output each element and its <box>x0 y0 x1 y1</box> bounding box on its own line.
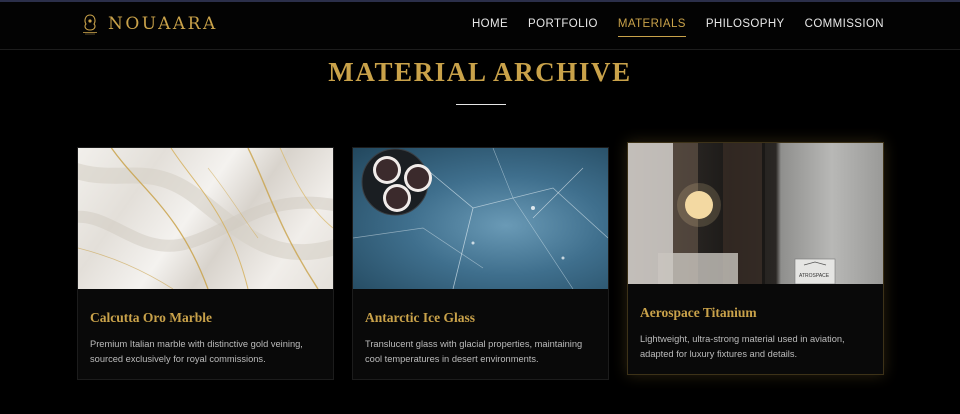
nav-item-materials[interactable]: MATERIALS <box>617 18 686 37</box>
card-title: Aerospace Titanium <box>640 305 757 320</box>
section-title: MATERIAL ARCHIVE <box>328 57 632 87</box>
card-description: Premium Italian marble with distinctive … <box>90 339 303 364</box>
main-nav: HOME PORTFOLIO MATERIALS PHILOSOPHY COMM… <box>452 18 884 37</box>
card-title: Antarctic Ice Glass <box>365 310 475 325</box>
title-divider <box>456 104 506 105</box>
site-header: NOUAARA HOME PORTFOLIO MATERIALS PHILOSO… <box>0 2 960 50</box>
brand-emblem-icon <box>80 13 100 35</box>
card-description: Lightweight, ultra-strong material used … <box>640 334 845 359</box>
material-card-titanium[interactable]: ATROSPACE Aerospace Titanium Lightweight… <box>627 142 884 375</box>
material-card-marble[interactable]: Calcutta Oro Marble Premium Italian marb… <box>77 147 334 380</box>
nav-item-portfolio[interactable]: PORTFOLIO <box>528 18 598 37</box>
nav-item-philosophy[interactable]: PHILOSOPHY <box>706 18 785 37</box>
nav-item-home[interactable]: HOME <box>472 18 508 37</box>
material-card-ice-glass[interactable]: Antarctic Ice Glass Translucent glass wi… <box>352 147 609 380</box>
card-description: Translucent glass with glacial propertie… <box>365 339 583 364</box>
titanium-plaque-label: ATROSPACE <box>799 273 830 279</box>
card-title: Calcutta Oro Marble <box>90 310 212 325</box>
brand-logo[interactable]: NOUAARA <box>80 13 218 35</box>
ice-glass-image <box>353 148 608 289</box>
titanium-image: ATROSPACE <box>628 143 883 284</box>
brand-name: NOUAARA <box>108 14 218 34</box>
marble-image <box>78 148 333 289</box>
nav-item-commission[interactable]: COMMISSION <box>805 18 884 37</box>
